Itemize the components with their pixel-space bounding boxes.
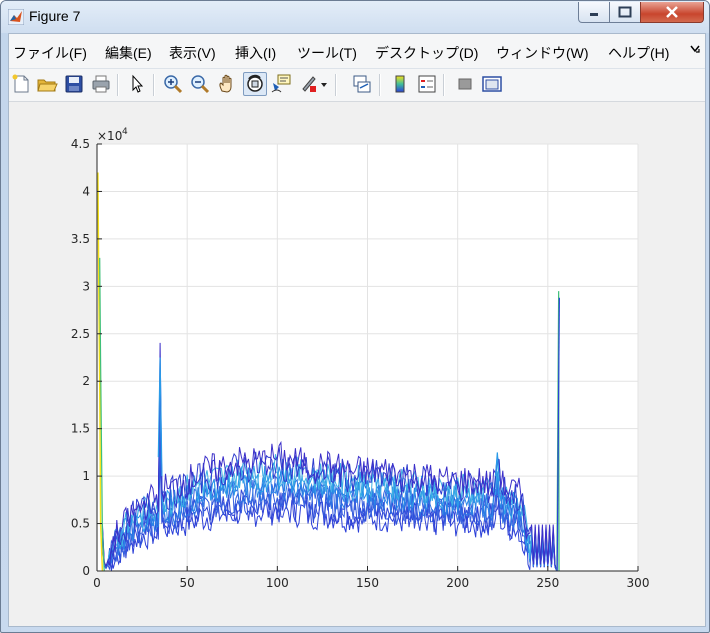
y-tick-label: 1.5 <box>71 422 90 436</box>
menu-file[interactable]: ファイル(F) <box>13 43 87 63</box>
pointer-icon[interactable] <box>126 73 148 95</box>
title-bar[interactable]: Figure 7 <box>1 1 709 33</box>
toolbar-separator <box>443 74 445 96</box>
legend-icon[interactable] <box>416 73 438 95</box>
link-plot-icon[interactable] <box>351 73 373 95</box>
y-tick-label: 0 <box>82 564 90 578</box>
y-exponent-power: 4 <box>122 127 128 137</box>
y-tick-label: 1 <box>82 469 90 483</box>
y-tick-label: 2 <box>82 374 90 388</box>
x-tick-label: 200 <box>446 576 469 590</box>
show-plot-tools-icon[interactable] <box>481 73 503 95</box>
figure-canvas: 0 50 100 150 200 250 300 0 0.5 1 1.5 2 2.5 3 3.5 4 4.5 ×1… <box>9 102 705 626</box>
menu-desktop[interactable]: デスクトップ(D) <box>375 43 478 63</box>
chart-svg[interactable]: 0 50 100 150 200 250 300 0 0.5 1 1.5 2 2.5 3 3.5 4 4.5 ×1… <box>9 102 705 626</box>
x-tick-label: 250 <box>536 576 559 590</box>
x-tick-label: 300 <box>627 576 650 590</box>
maximize-icon <box>618 6 632 18</box>
menu-tools[interactable]: ツール(T) <box>297 43 357 63</box>
open-file-icon[interactable] <box>36 73 58 95</box>
y-tick-label: 3 <box>82 279 90 293</box>
hide-plot-tools-icon[interactable] <box>454 73 476 95</box>
print-icon[interactable] <box>90 73 112 95</box>
minimize-icon <box>590 13 598 16</box>
brush-icon[interactable] <box>297 73 319 95</box>
save-icon[interactable] <box>63 73 85 95</box>
toolbar-separator <box>117 74 119 96</box>
pan-hand-icon[interactable] <box>216 73 238 95</box>
rotate-3d-icon[interactable] <box>243 72 267 96</box>
data-cursor-icon[interactable] <box>270 73 292 95</box>
matlab-logo-icon <box>8 9 24 25</box>
x-tick-label: 150 <box>356 576 379 590</box>
figure-client-area: ファイル(F) 編集(E) 表示(V) 挿入(I) ツール(T) デスクトップ(… <box>8 33 706 627</box>
window-title: Figure 7 <box>29 8 81 24</box>
y-tick-label: 0.5 <box>71 517 90 531</box>
menu-window[interactable]: ウィンドウ(W) <box>496 43 589 63</box>
y-exponent-label: ×10 <box>97 129 122 143</box>
figure-toolbar <box>9 69 705 102</box>
y-tick-label: 4 <box>82 184 90 198</box>
menu-help[interactable]: ヘルプ(H) <box>608 43 669 63</box>
zoom-in-icon[interactable] <box>162 73 184 95</box>
figure-window: Figure 7 ファイル(F) 編集(E) 表示(V) 挿入(I) ツール(T… <box>0 0 710 633</box>
menu-bar: ファイル(F) 編集(E) 表示(V) 挿入(I) ツール(T) デスクトップ(… <box>9 34 705 69</box>
toolbar-separator <box>379 74 381 96</box>
zoom-out-icon[interactable] <box>189 73 211 95</box>
colorbar-icon[interactable] <box>389 73 411 95</box>
x-tick-label: 100 <box>266 576 289 590</box>
maximize-button[interactable] <box>609 2 641 23</box>
close-icon <box>666 6 678 18</box>
menu-view[interactable]: 表示(V) <box>169 43 216 63</box>
y-tick-label: 2.5 <box>71 327 90 341</box>
menu-insert[interactable]: 挿入(I) <box>235 43 276 63</box>
y-tick-label: 4.5 <box>71 137 90 151</box>
x-tick-label: 50 <box>180 576 195 590</box>
toolbar-separator <box>335 74 337 96</box>
y-tick-label: 3.5 <box>71 232 90 246</box>
chevron-overflow-icon[interactable] <box>689 43 701 55</box>
x-tick-label: 0 <box>93 576 101 590</box>
close-button[interactable] <box>640 2 704 23</box>
brush-dropdown-icon[interactable] <box>319 73 329 95</box>
toolbar-separator <box>153 74 155 96</box>
new-figure-icon[interactable] <box>10 73 32 95</box>
minimize-button[interactable] <box>578 2 610 23</box>
menu-edit[interactable]: 編集(E) <box>105 43 152 63</box>
